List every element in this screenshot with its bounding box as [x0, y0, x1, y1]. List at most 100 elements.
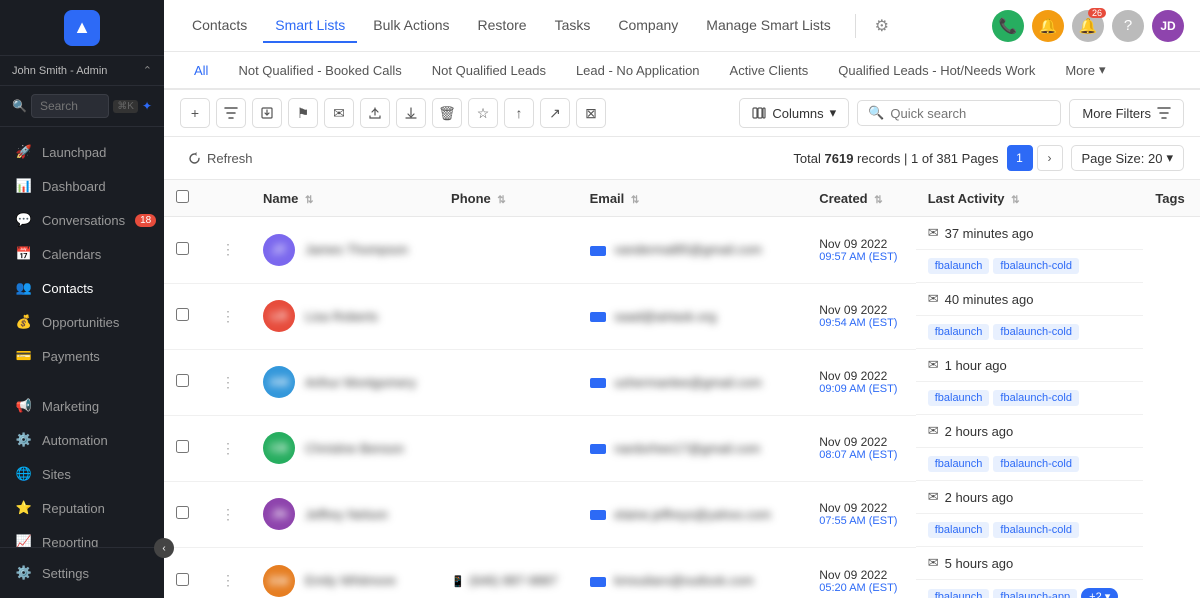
- topbar-settings-icon[interactable]: ⚙: [868, 12, 896, 40]
- tag-badge[interactable]: fbalaunch-cold: [993, 258, 1079, 274]
- search-input[interactable]: [31, 94, 109, 118]
- subtab-not-qualified-booked[interactable]: Not Qualified - Booked Calls: [224, 53, 415, 90]
- email-address[interactable]: vandermal85@gmail.com: [614, 242, 762, 257]
- tag-badge[interactable]: fbalaunch: [928, 390, 990, 406]
- row-checkbox-cell[interactable]: [164, 217, 201, 284]
- row-checkbox[interactable]: [176, 308, 189, 321]
- created-column-header[interactable]: Created ⇅: [807, 180, 915, 217]
- tab-bulk-actions[interactable]: Bulk Actions: [361, 9, 461, 43]
- tag-badge[interactable]: fbalaunch-cold: [993, 390, 1079, 406]
- sidebar-item-calendars[interactable]: 📅 Calendars: [0, 237, 164, 271]
- sidebar-item-settings[interactable]: ⚙️ Settings: [0, 556, 164, 590]
- sidebar-item-contacts[interactable]: 👥 Contacts: [0, 271, 164, 305]
- row-menu-button[interactable]: ⋮: [217, 239, 239, 260]
- email-column-header[interactable]: Email ⇅: [578, 180, 808, 217]
- add-button[interactable]: +: [180, 98, 210, 128]
- email-address[interactable]: kmouliaro@outlook.com: [614, 573, 754, 588]
- sidebar-item-reputation[interactable]: ⭐ Reputation: [0, 491, 164, 525]
- email-address[interactable]: elaine.jeffreys@yahoo.com: [614, 507, 771, 522]
- contact-name[interactable]: Emily Whitmore: [305, 573, 396, 588]
- flag-button[interactable]: ⚑: [288, 98, 318, 128]
- contact-name[interactable]: Jeffrey Nelson: [305, 507, 388, 522]
- user-avatar[interactable]: JD: [1152, 10, 1184, 42]
- tab-contacts[interactable]: Contacts: [180, 9, 259, 43]
- tab-manage-smart-lists[interactable]: Manage Smart Lists: [694, 9, 843, 43]
- contact-name[interactable]: Arthur Montgomery: [305, 375, 416, 390]
- subtab-not-qualified-leads[interactable]: Not Qualified Leads: [418, 53, 560, 90]
- name-column-header[interactable]: Name ⇅: [251, 180, 439, 217]
- email-button[interactable]: ✉: [324, 98, 354, 128]
- sidebar-item-sites[interactable]: 🌐 Sites: [0, 457, 164, 491]
- sidebar-item-marketing[interactable]: 📢 Marketing: [0, 389, 164, 423]
- row-checkbox[interactable]: [176, 506, 189, 519]
- row-checkbox[interactable]: [176, 374, 189, 387]
- row-checkbox[interactable]: [176, 440, 189, 453]
- row-menu-button[interactable]: ⋮: [217, 570, 239, 591]
- sidebar-item-payments[interactable]: 💳 Payments: [0, 339, 164, 373]
- columns-button[interactable]: Columns ▾: [739, 98, 849, 128]
- sidebar-item-launchpad[interactable]: 🚀 Launchpad: [0, 135, 164, 169]
- page-size-button[interactable]: Page Size: 20 ▾: [1071, 145, 1184, 171]
- help-button[interactable]: ?: [1112, 10, 1144, 42]
- row-menu-button[interactable]: ⋮: [217, 504, 239, 525]
- delete-button[interactable]: 🗑: [432, 98, 462, 128]
- filter-button[interactable]: [216, 98, 246, 128]
- quick-search-input[interactable]: [890, 106, 1050, 121]
- tab-restore[interactable]: Restore: [466, 9, 539, 43]
- star-button[interactable]: ☆: [468, 98, 498, 128]
- download-button[interactable]: [396, 98, 426, 128]
- email-address[interactable]: nardorhee17@gmail.com: [614, 441, 760, 456]
- subtab-all[interactable]: All: [180, 53, 222, 90]
- import-contacts-button[interactable]: [252, 98, 282, 128]
- sidebar-item-reporting[interactable]: 📈 Reporting: [0, 525, 164, 547]
- tab-company[interactable]: Company: [606, 9, 690, 43]
- row-checkbox-cell[interactable]: [164, 349, 201, 415]
- block-button[interactable]: ⊠: [576, 98, 606, 128]
- tag-badge[interactable]: fbalaunch-cold: [993, 456, 1079, 472]
- share-button[interactable]: ↗: [540, 98, 570, 128]
- row-checkbox[interactable]: [176, 242, 189, 255]
- page-1-button[interactable]: 1: [1007, 145, 1033, 171]
- subtab-lead-no-application[interactable]: Lead - No Application: [562, 53, 714, 90]
- search-action-icon[interactable]: ✦: [142, 99, 152, 113]
- contact-name[interactable]: Christine Benson: [305, 441, 404, 456]
- phone-column-header[interactable]: Phone ⇅: [439, 180, 578, 217]
- sidebar-item-opportunities[interactable]: 💰 Opportunities: [0, 305, 164, 339]
- tab-smart-lists[interactable]: Smart Lists: [263, 9, 357, 43]
- export-button[interactable]: [360, 98, 390, 128]
- select-all-header[interactable]: [164, 180, 201, 217]
- phone-button[interactable]: 📞: [992, 10, 1024, 42]
- select-all-checkbox[interactable]: [176, 190, 189, 203]
- notification-button[interactable]: 🔔: [1032, 10, 1064, 42]
- subtab-more-button[interactable]: More ▾: [1051, 52, 1119, 88]
- sidebar-item-conversations[interactable]: 💬 Conversations 18: [0, 203, 164, 237]
- row-menu-button[interactable]: ⋮: [217, 438, 239, 459]
- alert-button[interactable]: 🔔 26: [1072, 10, 1104, 42]
- subtab-qualified-leads[interactable]: Qualified Leads - Hot/Needs Work: [824, 53, 1049, 90]
- tag-badge[interactable]: fbalaunch: [928, 324, 990, 340]
- tag-badge[interactable]: fbalaunch: [928, 456, 990, 472]
- email-address[interactable]: ushermanlee@gmail.com: [614, 375, 762, 390]
- email-address[interactable]: saad@airtask.org: [614, 309, 716, 324]
- page-next-button[interactable]: ›: [1037, 145, 1063, 171]
- row-checkbox-cell[interactable]: [164, 481, 201, 547]
- account-selector[interactable]: John Smith - Admin ⌃: [0, 56, 164, 86]
- contact-name[interactable]: James Thompson: [305, 242, 408, 257]
- tag-badge[interactable]: fbalaunch: [928, 589, 990, 598]
- upload-button[interactable]: ↑: [504, 98, 534, 128]
- contact-name[interactable]: Lisa Roberts: [305, 309, 378, 324]
- row-checkbox[interactable]: [176, 573, 189, 586]
- tag-badge[interactable]: fbalaunch: [928, 522, 990, 538]
- tag-badge[interactable]: fbalaunch: [928, 258, 990, 274]
- sidebar-item-dashboard[interactable]: 📊 Dashboard: [0, 169, 164, 203]
- row-menu-button[interactable]: ⋮: [217, 372, 239, 393]
- tab-tasks[interactable]: Tasks: [543, 9, 603, 43]
- tag-badge[interactable]: fbalaunch-cold: [993, 324, 1079, 340]
- refresh-button[interactable]: Refresh: [180, 147, 261, 170]
- row-checkbox-cell[interactable]: [164, 415, 201, 481]
- tag-more-button[interactable]: +2 ▾: [1081, 588, 1118, 598]
- tag-badge[interactable]: fbalaunch-app: [993, 589, 1077, 598]
- tag-badge[interactable]: fbalaunch-cold: [993, 522, 1079, 538]
- row-menu-button[interactable]: ⋮: [217, 306, 239, 327]
- more-filters-button[interactable]: More Filters: [1069, 99, 1184, 128]
